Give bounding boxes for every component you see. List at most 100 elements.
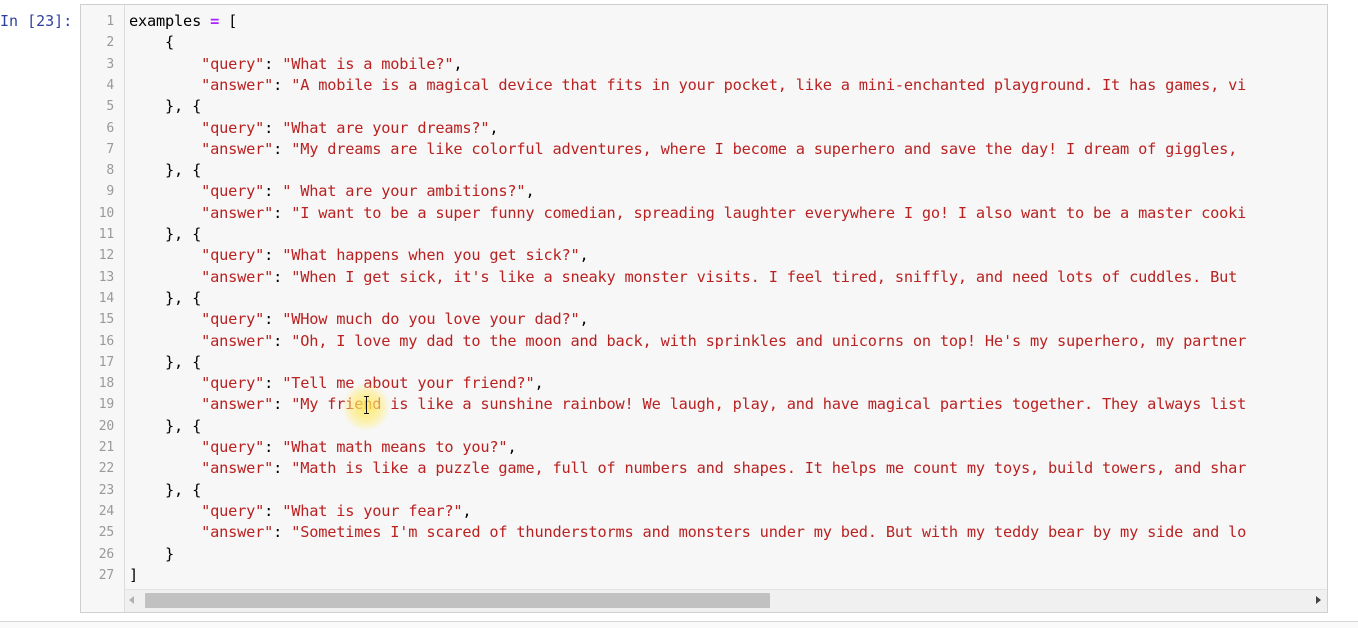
code-line[interactable]: 7 "answer": "My dreams are like colorful… [81,139,1327,160]
code-line[interactable]: 20 }, { [81,416,1327,437]
code-line[interactable]: 11 }, { [81,224,1327,245]
line-code[interactable]: }, { [129,224,201,245]
line-code[interactable]: "query": "What is your fear?", [129,501,472,522]
line-code[interactable]: }, { [129,96,201,117]
code-line[interactable]: 26 } [81,544,1327,565]
code-line[interactable]: 8 }, { [81,160,1327,181]
code-line[interactable]: 5 }, { [81,96,1327,117]
line-number: 3 [106,56,114,72]
line-code[interactable]: }, { [129,160,201,181]
horizontal-scrollbar[interactable] [125,589,1327,612]
code-token: "A mobile is a magical device that fits … [291,75,1247,94]
line-code[interactable]: }, { [129,352,201,373]
code-token: { [129,33,175,52]
code-line[interactable]: 22 "answer": "Math is like a puzzle game… [81,458,1327,479]
line-number: 13 [98,269,114,285]
code-line[interactable]: 25 "answer": "Sometimes I'm scared of th… [81,522,1327,543]
code-token: "Math is like a puzzle game, full of num… [291,459,1247,478]
line-code[interactable]: "answer": "When I get sick, it's like a … [129,267,1246,288]
line-code[interactable]: examples = [ [129,11,237,32]
code-line[interactable]: 1 examples = [ [81,11,1327,32]
line-number: 6 [106,120,114,136]
code-line[interactable]: 15 "query": "WHow much do you love your … [81,309,1327,330]
line-code[interactable]: "query": " What are your ambitions?", [129,181,535,202]
code-token: , [525,182,535,201]
code-line[interactable]: 27] [81,565,1327,586]
code-line[interactable]: 23 }, { [81,480,1327,501]
code-token: : [273,395,292,414]
code-token: , [534,374,544,393]
code-line[interactable]: 10 "answer": "I want to be a super funny… [81,203,1327,224]
code-token: "answer" [201,75,274,94]
code-token: ] [129,565,139,584]
code-line[interactable]: 4 "answer": "A mobile is a magical devic… [81,75,1327,96]
code-line[interactable]: 21 "query": "What math means to you?", [81,437,1327,458]
code-token: : [273,139,292,158]
line-code[interactable]: } [129,544,174,565]
triangle-left-icon[interactable] [129,596,134,604]
line-code[interactable]: }, { [129,416,201,437]
code-line[interactable]: 19 "answer": "My friend is like a sunshi… [81,394,1327,415]
line-number: 21 [98,440,114,455]
code-token: }, { [129,288,202,307]
line-code[interactable]: { [129,32,174,53]
line-number: 5 [106,99,114,115]
code-token: "answer" [201,331,274,350]
line-code[interactable]: "answer": "My friend is like a sunshine … [129,394,1246,415]
line-number: 20 [98,418,114,434]
line-code[interactable]: "query": "WHow much do you love your dad… [129,309,589,330]
line-code[interactable]: }, { [129,288,201,309]
code-token: = [210,12,220,30]
code-token: "query" [201,246,265,265]
line-code[interactable]: "query": "What is a mobile?", [129,54,463,75]
line-code[interactable]: "query": "Tell me about your friend?", [129,373,544,394]
code-line[interactable]: 17 }, { [81,352,1327,373]
code-line[interactable]: 12 "query": "What happens when you get s… [81,245,1327,266]
code-line[interactable]: 13 "answer": "When I get sick, it's like… [81,267,1327,288]
code-line[interactable]: 9 "query": " What are your ambitions?", [81,181,1327,202]
triangle-right-icon[interactable] [1316,596,1321,604]
code-line[interactable]: 3 "query": "What is a mobile?", [81,54,1327,75]
line-code[interactable]: "answer": "Oh, I love my dad to the moon… [129,331,1246,352]
code-token: "My friend is like a sunshine rainbow! W… [291,395,1247,414]
code-token: "answer" [201,459,274,478]
scrollbar-thumb[interactable] [145,593,770,608]
code-token: , [489,118,499,137]
line-code[interactable]: "answer": "I want to be a super funny co… [129,203,1246,224]
code-line[interactable]: 18 "query": "Tell me about your friend?"… [81,373,1327,394]
code-token: "query" [201,501,265,520]
code-token: , [579,310,589,329]
code-line[interactable]: 14 }, { [81,288,1327,309]
code-token: : [264,438,283,456]
line-code[interactable]: }, { [129,480,201,501]
line-code[interactable]: "answer": "Math is like a puzzle game, f… [129,458,1246,479]
line-number: 4 [106,77,114,93]
line-code[interactable]: "answer": "My dreams are like colorful a… [129,139,1246,160]
line-code[interactable]: "query": "What math means to you?", [129,437,517,458]
code-line[interactable]: 6 "query": "What are your dreams?", [81,118,1327,139]
code-cell[interactable]: 1 examples = [2 {3 "query": "What is a mo… [80,4,1328,613]
code-line[interactable]: 16 "answer": "Oh, I love my dad to the m… [81,331,1327,352]
line-code[interactable]: "query": "What are your dreams?", [129,118,499,139]
code-token: "I want to be a super funny comedian, sp… [291,203,1247,222]
line-number: 17 [98,354,114,370]
code-editor[interactable]: 1 examples = [2 {3 "query": "What is a mo… [81,5,1327,590]
code-line[interactable]: 24 "query": "What is your fear?", [81,501,1327,522]
code-token: "query" [201,118,265,137]
line-code[interactable]: "answer": "Sometimes I'm scared of thund… [129,522,1246,543]
line-code[interactable]: "query": "What happens when you get sick… [129,245,589,266]
line-code[interactable]: ] [129,565,138,586]
code-token: : [264,310,283,329]
line-number: 12 [98,248,114,264]
code-token: "What is your fear?" [282,501,463,520]
next-cell-edge [0,621,1358,628]
code-line[interactable]: 2 { [81,32,1327,53]
line-code[interactable]: "answer": "A mobile is a magical device … [129,75,1246,96]
line-number: 15 [98,312,114,328]
